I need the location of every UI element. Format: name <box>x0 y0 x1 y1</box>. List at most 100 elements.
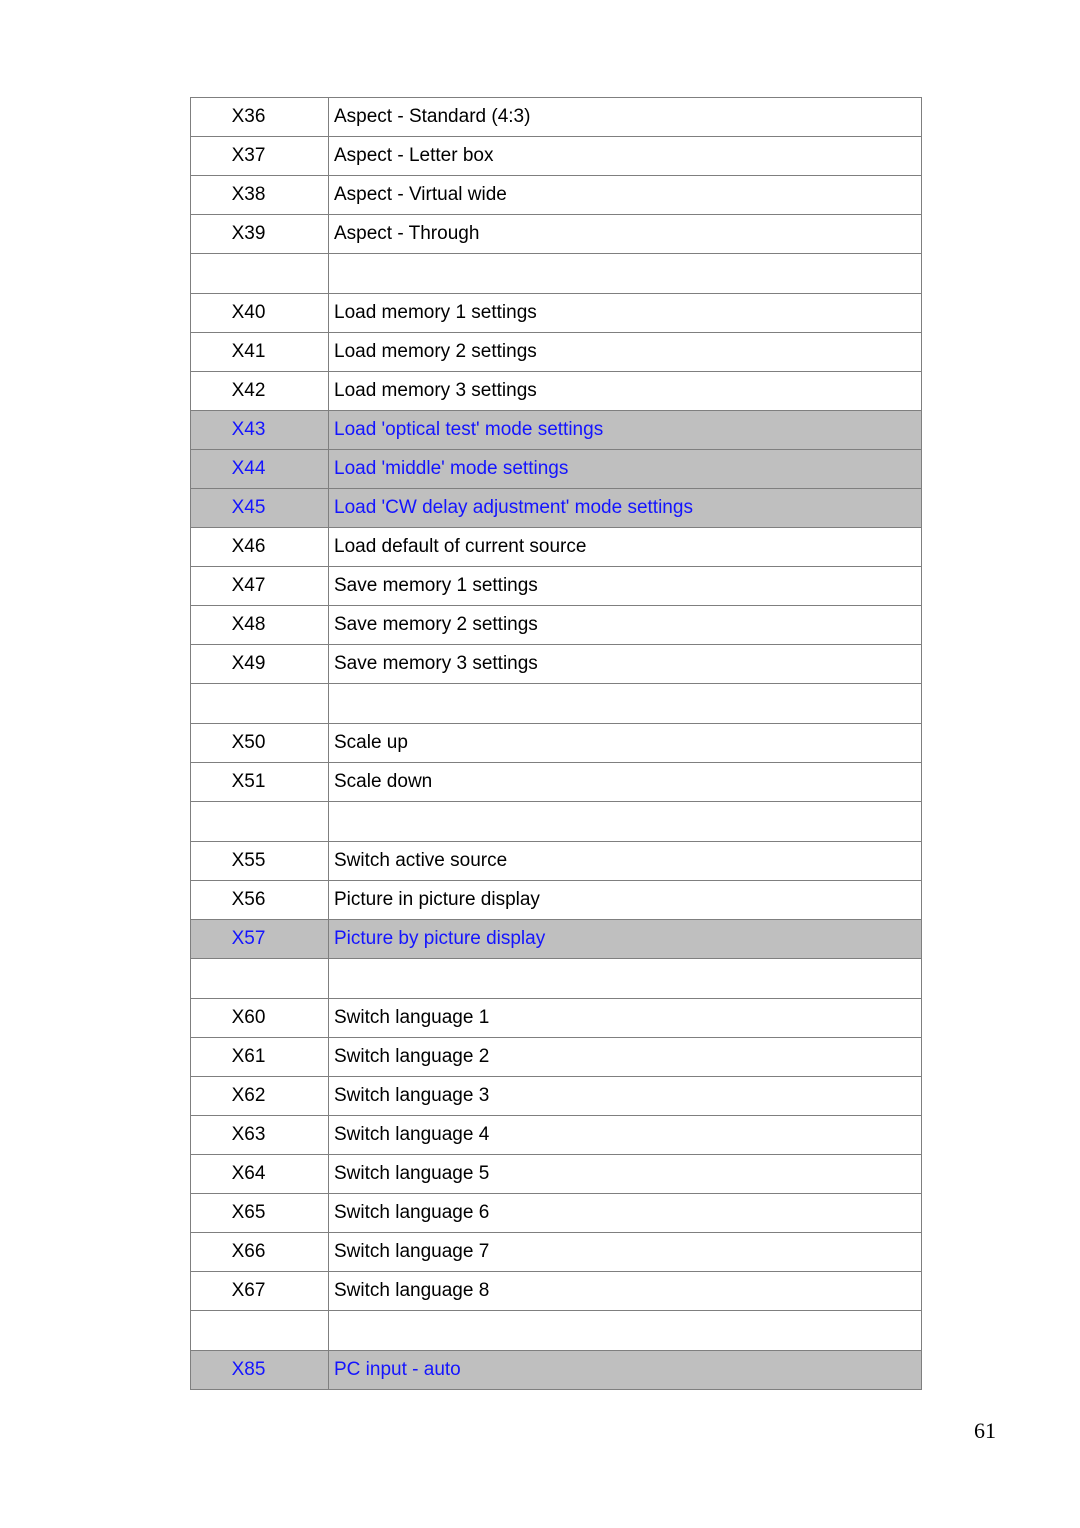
document-page: X36 Aspect - Standard (4:3) X37 Aspect - Le… <box>0 0 1080 1528</box>
table-spacer-row <box>190 801 922 842</box>
table-spacer-row <box>190 683 922 724</box>
table-row: X65 Switch language 6 <box>190 1193 922 1233</box>
command-code-cell: X65 <box>190 1193 329 1233</box>
table-row: X36 Aspect - Standard (4:3) <box>190 97 922 137</box>
table-row: X43 Load 'optical test' mode settings <box>190 410 922 450</box>
command-code-cell: X60 <box>190 998 329 1038</box>
command-code-cell: X62 <box>190 1076 329 1116</box>
table-row: X46 Load default of current source <box>190 527 922 567</box>
command-code-cell: X43 <box>190 410 329 450</box>
command-code-cell <box>190 801 329 842</box>
command-description-cell: Aspect - Virtual wide <box>328 175 922 215</box>
table-row: X49 Save memory 3 settings <box>190 644 922 684</box>
command-code-cell: X41 <box>190 332 329 372</box>
command-code-cell: X38 <box>190 175 329 215</box>
command-description-cell: Switch language 5 <box>328 1154 922 1194</box>
command-description-cell <box>328 1310 922 1351</box>
command-description-cell: Switch language 7 <box>328 1232 922 1272</box>
command-code-cell: X44 <box>190 449 329 489</box>
command-code-cell: X48 <box>190 605 329 645</box>
command-code-cell: X57 <box>190 919 329 959</box>
command-description-cell: Scale down <box>328 762 922 802</box>
table-row: X55 Switch active source <box>190 841 922 881</box>
command-code-cell: X56 <box>190 880 329 920</box>
command-code-cell: X37 <box>190 136 329 176</box>
command-description-cell: Aspect - Standard (4:3) <box>328 97 922 137</box>
command-description-cell: Picture in picture display <box>328 880 922 920</box>
command-code-cell: X39 <box>190 214 329 254</box>
command-description-cell: Switch language 8 <box>328 1271 922 1311</box>
table-row: X50 Scale up <box>190 723 922 763</box>
table-row: X85 PC input - auto <box>190 1350 922 1390</box>
table-row: X40 Load memory 1 settings <box>190 293 922 333</box>
command-code-cell: X49 <box>190 644 329 684</box>
command-code-cell: X67 <box>190 1271 329 1311</box>
command-description-cell: Load memory 3 settings <box>328 371 922 411</box>
table-row: X42 Load memory 3 settings <box>190 371 922 411</box>
command-code-cell <box>190 253 329 294</box>
command-code-cell: X55 <box>190 841 329 881</box>
command-description-cell <box>328 801 922 842</box>
page-number: 61 <box>974 1418 996 1443</box>
command-description-cell: Load default of current source <box>328 527 922 567</box>
table-row: X66 Switch language 7 <box>190 1232 922 1272</box>
table-row: X37 Aspect - Letter box <box>190 136 922 176</box>
command-code-cell: X63 <box>190 1115 329 1155</box>
command-code-table: X36 Aspect - Standard (4:3) X37 Aspect - Le… <box>190 97 922 1390</box>
command-code-cell: X85 <box>190 1350 329 1390</box>
table-row: X64 Switch language 5 <box>190 1154 922 1194</box>
table-row: X60 Switch language 1 <box>190 998 922 1038</box>
table-row: X62 Switch language 3 <box>190 1076 922 1116</box>
command-code-cell <box>190 683 329 724</box>
command-description-cell: Save memory 2 settings <box>328 605 922 645</box>
command-code-cell: X64 <box>190 1154 329 1194</box>
command-description-cell: Load memory 2 settings <box>328 332 922 372</box>
command-description-cell: Load 'middle' mode settings <box>328 449 922 489</box>
table-row: X47 Save memory 1 settings <box>190 566 922 606</box>
command-description-cell <box>328 958 922 999</box>
table-spacer-row <box>190 1310 922 1351</box>
command-description-cell: Load 'CW delay adjustment' mode settings <box>328 488 922 528</box>
command-description-cell: Load memory 1 settings <box>328 293 922 333</box>
command-description-cell: Load 'optical test' mode settings <box>328 410 922 450</box>
table-row: X39 Aspect - Through <box>190 214 922 254</box>
command-code-cell: X51 <box>190 762 329 802</box>
table-row: X63 Switch language 4 <box>190 1115 922 1155</box>
command-description-cell: Switch language 4 <box>328 1115 922 1155</box>
table-spacer-row <box>190 253 922 294</box>
command-description-cell: Aspect - Letter box <box>328 136 922 176</box>
command-description-cell: Scale up <box>328 723 922 763</box>
table-row: X41 Load memory 2 settings <box>190 332 922 372</box>
table-row: X51 Scale down <box>190 762 922 802</box>
table-row: X48 Save memory 2 settings <box>190 605 922 645</box>
command-description-cell: Switch language 1 <box>328 998 922 1038</box>
command-description-cell: Switch language 6 <box>328 1193 922 1233</box>
command-description-cell <box>328 253 922 294</box>
command-code-cell: X45 <box>190 488 329 528</box>
table-row: X45 Load 'CW delay adjustment' mode setti… <box>190 488 922 528</box>
command-code-cell: X36 <box>190 97 329 137</box>
command-code-table-body: X36 Aspect - Standard (4:3) X37 Aspect - Le… <box>190 97 922 1390</box>
table-row: X61 Switch language 2 <box>190 1037 922 1077</box>
table-spacer-row <box>190 958 922 999</box>
table-row: X57 Picture by picture display <box>190 919 922 959</box>
command-code-cell <box>190 958 329 999</box>
table-row: X44 Load 'middle' mode settings <box>190 449 922 489</box>
command-code-cell: X40 <box>190 293 329 333</box>
command-description-cell: Switch language 3 <box>328 1076 922 1116</box>
command-code-cell: X50 <box>190 723 329 763</box>
command-description-cell: Aspect - Through <box>328 214 922 254</box>
table-row: X38 Aspect - Virtual wide <box>190 175 922 215</box>
command-description-cell: Switch active source <box>328 841 922 881</box>
command-description-cell: Switch language 2 <box>328 1037 922 1077</box>
command-code-cell: X42 <box>190 371 329 411</box>
command-code-cell: X66 <box>190 1232 329 1272</box>
table-row: X56 Picture in picture display <box>190 880 922 920</box>
command-code-cell: X61 <box>190 1037 329 1077</box>
command-description-cell <box>328 683 922 724</box>
command-description-cell: Save memory 1 settings <box>328 566 922 606</box>
command-description-cell: PC input - auto <box>328 1350 922 1390</box>
table-row: X67 Switch language 8 <box>190 1271 922 1311</box>
command-description-cell: Save memory 3 settings <box>328 644 922 684</box>
command-description-cell: Picture by picture display <box>328 919 922 959</box>
